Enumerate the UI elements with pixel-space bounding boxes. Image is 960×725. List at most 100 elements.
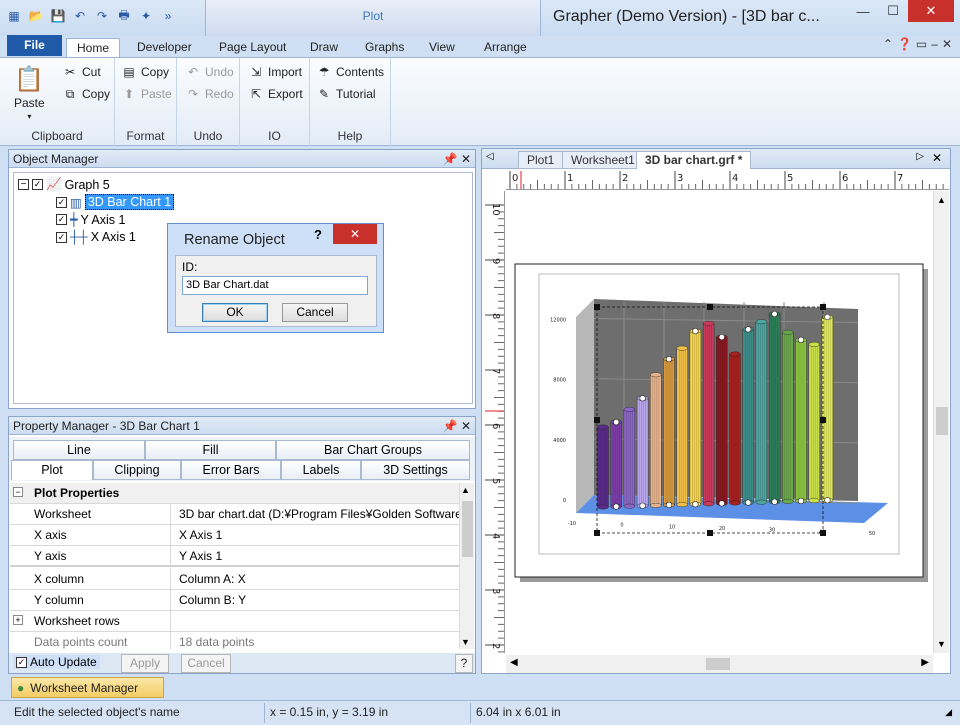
- apply-button[interactable]: Apply: [121, 654, 169, 673]
- id-input[interactable]: 3D Bar Chart.dat: [182, 276, 368, 295]
- expand-icon[interactable]: +: [13, 615, 23, 625]
- y-axis-label[interactable]: Y Axis 1: [81, 213, 126, 227]
- tab-fill[interactable]: Fill: [145, 440, 276, 460]
- tab-line[interactable]: Line: [13, 440, 145, 460]
- property-help-button[interactable]: ?: [455, 654, 473, 673]
- redo-icon[interactable]: ↷: [94, 8, 110, 24]
- collapse-section-icon[interactable]: −: [13, 487, 23, 497]
- collapse-icon[interactable]: −: [18, 179, 29, 190]
- plot-canvas[interactable]: 04000800012000-1001020304050: [506, 191, 933, 653]
- contents-button[interactable]: ☂ Contents: [316, 64, 384, 80]
- close-icon[interactable]: ✕: [908, 0, 954, 22]
- restore-icon[interactable]: ▭: [916, 37, 927, 51]
- plot-properties-section[interactable]: − Plot Properties: [10, 483, 462, 504]
- help-icon[interactable]: ❓: [897, 37, 912, 51]
- worksheet-manager-tab[interactable]: ● Worksheet Manager: [11, 677, 164, 698]
- paste-button[interactable]: 📋 Paste ▾: [14, 64, 45, 122]
- property-row[interactable]: X axis X Axis 1: [10, 525, 462, 546]
- pin-icon[interactable]: 📌: [443, 419, 458, 433]
- dialog-close-icon[interactable]: ✕: [333, 224, 377, 244]
- property-value[interactable]: Y Axis 1: [170, 546, 462, 566]
- property-value[interactable]: X Axis 1: [170, 525, 462, 545]
- bar-chart-label[interactable]: 3D Bar Chart 1: [84, 194, 175, 210]
- tab-error-bars[interactable]: Error Bars: [181, 460, 281, 480]
- tab-plot1[interactable]: Plot1: [518, 151, 564, 169]
- x-axis-checkbox[interactable]: ✓: [56, 231, 67, 243]
- tab-graphs[interactable]: Graphs: [355, 38, 414, 58]
- paste-dropdown-icon[interactable]: ▾: [27, 112, 31, 121]
- collapse-ribbon-icon[interactable]: ⌃: [883, 37, 893, 51]
- graph-label[interactable]: Graph 5: [65, 178, 110, 192]
- tab-draw[interactable]: Draw: [300, 38, 348, 58]
- format-copy-button[interactable]: ▤ Copy: [121, 64, 169, 80]
- doc-vscroll-thumb[interactable]: [936, 407, 948, 435]
- property-scrollbar[interactable]: ▲ ▼: [459, 483, 474, 649]
- tab-plot[interactable]: Plot: [11, 460, 93, 480]
- tab-3d-settings[interactable]: 3D Settings: [361, 460, 470, 480]
- auto-update-checkbox[interactable]: ✓: [16, 656, 27, 668]
- tree-node-bar-chart[interactable]: ✓ ▥ 3D Bar Chart 1: [56, 194, 175, 210]
- cut-button[interactable]: ✂ Cut: [62, 64, 101, 80]
- tab-scroll-right-icon[interactable]: ▷: [916, 151, 924, 162]
- tab-arrange[interactable]: Arrange: [474, 38, 537, 58]
- ok-button[interactable]: OK: [202, 303, 268, 322]
- maximize-icon[interactable]: ☐: [878, 0, 908, 22]
- dialog-help-icon[interactable]: ?: [314, 227, 322, 242]
- document-hscrollbar[interactable]: ◀ ▶: [506, 655, 933, 673]
- tab-worksheet1[interactable]: Worksheet1: [562, 151, 644, 169]
- property-row[interactable]: + Worksheet rows: [10, 611, 462, 632]
- scroll-up-icon[interactable]: ▲: [461, 485, 470, 495]
- tab-labels[interactable]: Labels: [281, 460, 361, 480]
- panel-close-icon[interactable]: ✕: [461, 152, 471, 166]
- property-cancel-button[interactable]: Cancel: [181, 654, 231, 673]
- tab-clipping[interactable]: Clipping: [93, 460, 181, 480]
- scroll-down-icon[interactable]: ▼: [461, 637, 470, 647]
- property-row[interactable]: X column Column A: X: [10, 569, 462, 590]
- auto-update-toggle[interactable]: ✓ Auto Update: [13, 655, 100, 669]
- graph-checkbox[interactable]: ✓: [32, 179, 43, 190]
- import-button[interactable]: ⇲ Import: [248, 64, 302, 80]
- resize-grip-icon[interactable]: ◢: [945, 707, 952, 718]
- doc-scroll-down-icon[interactable]: ▼: [937, 639, 946, 649]
- doc-minimize-icon[interactable]: –: [931, 37, 938, 51]
- undo-button[interactable]: ↶ Undo: [185, 64, 234, 80]
- print-icon[interactable]: 🖶: [116, 8, 132, 24]
- customize-qat-icon[interactable]: »: [160, 8, 176, 24]
- tab-home[interactable]: Home: [66, 38, 121, 58]
- format-paste-button[interactable]: ⬆ Paste: [121, 86, 172, 102]
- new-icon[interactable]: ✦: [138, 8, 154, 24]
- minimize-icon[interactable]: —: [848, 0, 878, 22]
- doc-scroll-up-icon[interactable]: ▲: [937, 195, 946, 205]
- doc-scroll-left-icon[interactable]: ◀: [510, 657, 518, 668]
- tab-page-layout[interactable]: Page Layout: [209, 38, 296, 58]
- undo-icon[interactable]: ↶: [72, 8, 88, 24]
- tab-scroll-left-icon[interactable]: ◁: [486, 151, 494, 162]
- file-tab[interactable]: File: [7, 35, 62, 56]
- 3d-bar-chart[interactable]: 04000800012000-1001020304050: [506, 191, 933, 653]
- tree-node-y-axis[interactable]: ✓ ┿ Y Axis 1: [56, 212, 125, 227]
- property-value[interactable]: 3D bar chart.dat (D:¥Program Files¥Golde…: [170, 504, 462, 524]
- property-row[interactable]: Y column Column B: Y: [10, 590, 462, 611]
- tree-node-x-axis[interactable]: ✓ ┼┼ X Axis 1: [56, 230, 136, 244]
- scroll-thumb[interactable]: [462, 501, 473, 557]
- tutorial-button[interactable]: ✎ Tutorial: [316, 86, 376, 102]
- tab-view[interactable]: View: [419, 38, 465, 58]
- copy-button[interactable]: ⧉ Copy: [62, 86, 110, 102]
- cancel-button[interactable]: Cancel: [282, 303, 348, 322]
- panel-close-icon[interactable]: ✕: [461, 419, 471, 433]
- redo-button[interactable]: ↷ Redo: [185, 86, 234, 102]
- property-row[interactable]: Y axis Y Axis 1: [10, 546, 462, 567]
- property-row[interactable]: Worksheet 3D bar chart.dat (D:¥Program Fi…: [10, 504, 462, 525]
- bar-chart-checkbox[interactable]: ✓: [56, 196, 67, 208]
- document-vscrollbar[interactable]: ▲ ▼: [933, 191, 949, 653]
- property-value[interactable]: [170, 611, 462, 631]
- tab-3d-bar-chart[interactable]: 3D bar chart.grf *: [636, 151, 752, 169]
- y-axis-checkbox[interactable]: ✓: [56, 214, 67, 225]
- pin-icon[interactable]: 📌: [443, 152, 458, 166]
- x-axis-label[interactable]: X Axis 1: [91, 230, 136, 244]
- doc-scroll-right-icon[interactable]: ▶: [921, 657, 929, 668]
- doc-hscroll-thumb[interactable]: [706, 658, 730, 670]
- save-icon[interactable]: 💾: [50, 8, 66, 24]
- doc-close-icon[interactable]: ✕: [942, 37, 952, 51]
- export-button[interactable]: ⇱ Export: [248, 86, 303, 102]
